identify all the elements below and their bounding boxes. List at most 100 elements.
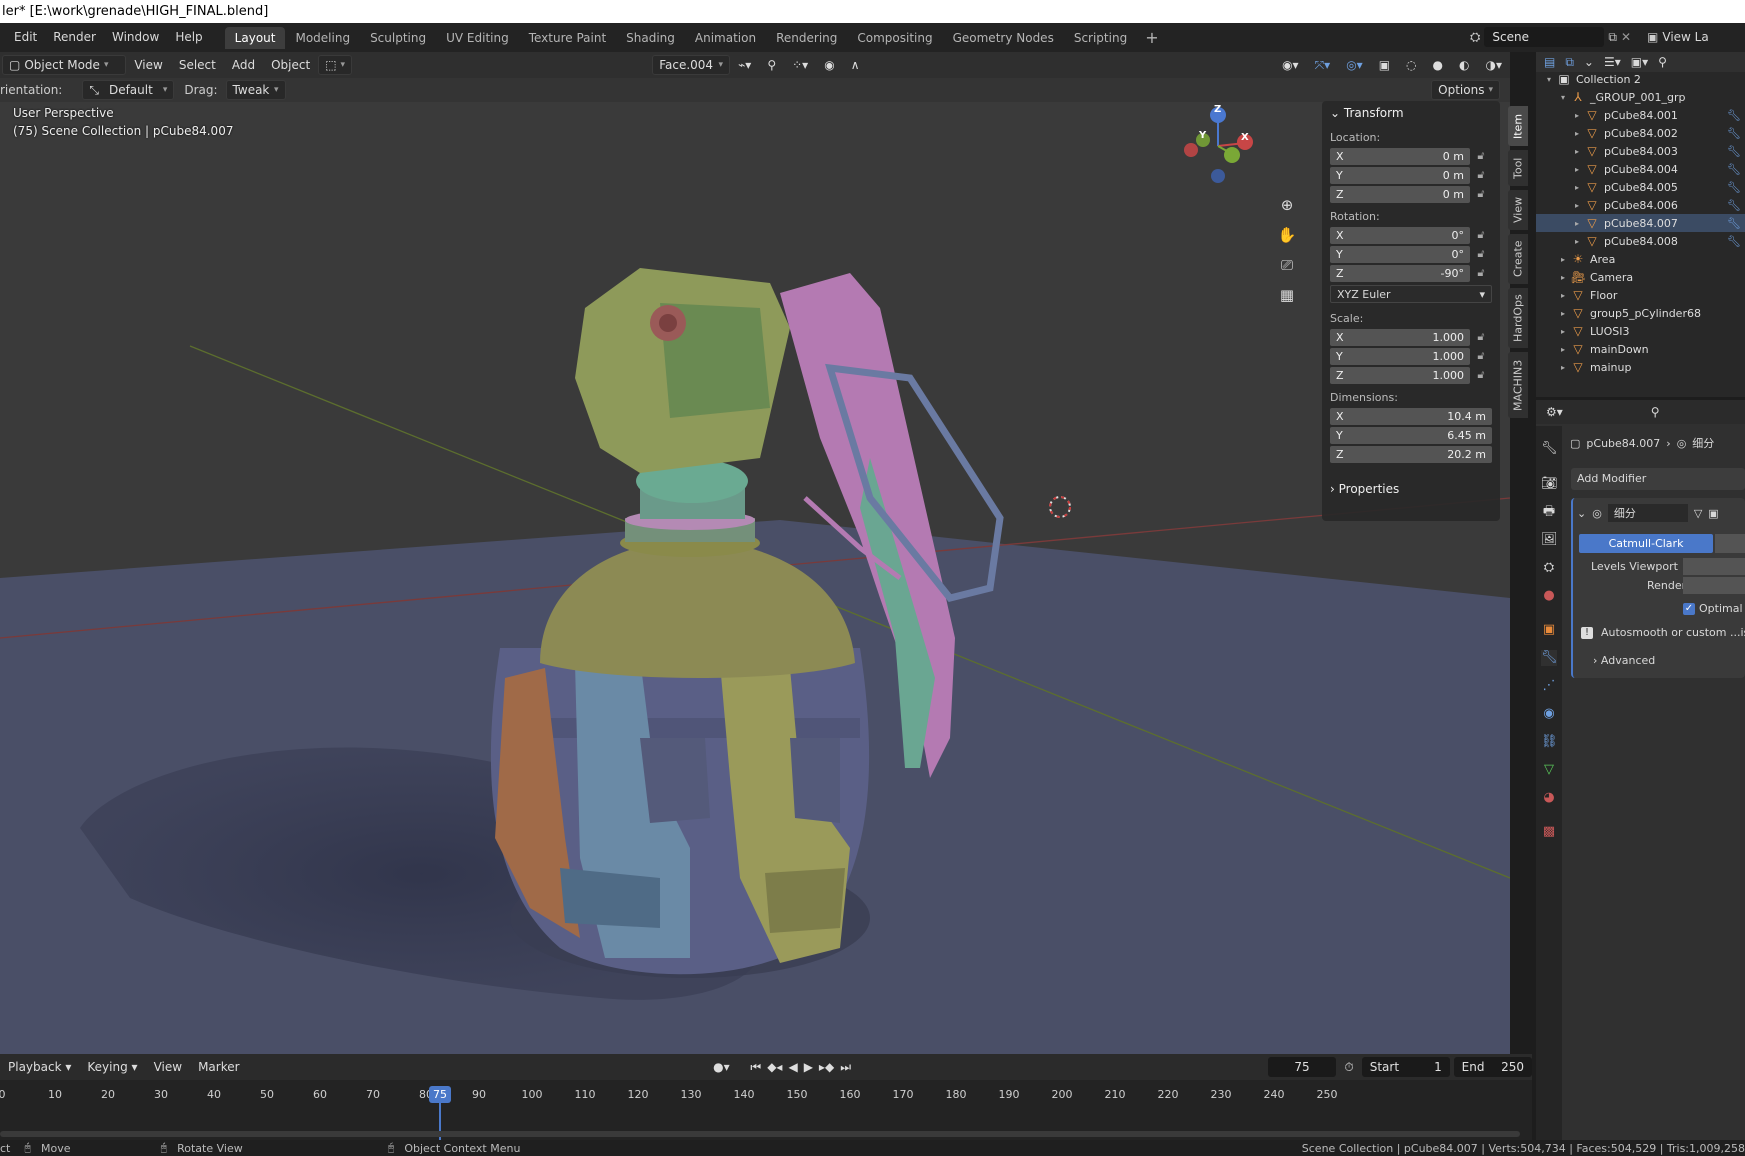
tab-animation[interactable]: Animation: [685, 27, 766, 49]
outliner-item[interactable]: ▸ ▽ pCube84.002 🔧︎: [1536, 124, 1745, 142]
record-icon[interactable]: ●▾: [705, 1054, 738, 1080]
rotation-z-field[interactable]: Z -90°: [1330, 264, 1470, 282]
rotation-y-field[interactable]: Y 0°: [1330, 245, 1470, 263]
scale-x-field[interactable]: X 1.000: [1330, 328, 1470, 346]
gizmo-z-label[interactable]: Z: [1214, 104, 1221, 115]
prev-keyframe-icon[interactable]: ◆◂: [764, 1054, 785, 1080]
start-frame-field[interactable]: Start 1: [1361, 1057, 1450, 1077]
orientation-dropdown[interactable]: ⤡ Default ▾: [82, 80, 175, 100]
output-tab-icon[interactable]: 🖶︎: [1541, 504, 1557, 520]
tab-modeling[interactable]: Modeling: [285, 27, 360, 49]
gizmo-x-label[interactable]: X: [1241, 132, 1249, 143]
lock-icon[interactable]: 🔓︎: [1470, 168, 1492, 182]
outliner-item[interactable]: ▸ ▽ pCube84.004 🔧︎: [1536, 160, 1745, 178]
visibility-eye-icon[interactable]: ◉▾: [1274, 52, 1307, 78]
tab-geometry-nodes[interactable]: Geometry Nodes: [943, 27, 1064, 49]
view-layer-icon[interactable]: ▣: [1647, 30, 1658, 44]
expand-arrow-icon[interactable]: ▸: [1570, 165, 1584, 174]
expand-arrow-icon[interactable]: ▸: [1570, 111, 1584, 120]
expand-arrow-icon[interactable]: ▸: [1570, 147, 1584, 156]
expand-arrow-icon[interactable]: ▸: [1556, 273, 1570, 282]
edit-mode-icon[interactable]: ▽: [1694, 507, 1702, 520]
filter-restrict-icon[interactable]: ⧉: [1565, 55, 1574, 70]
scene-tab-icon[interactable]: ⛭: [1541, 560, 1557, 576]
timeline-scrollbar[interactable]: [0, 1131, 1520, 1137]
physics-tab-icon[interactable]: ◉: [1541, 706, 1557, 722]
snap-grid-icon[interactable]: ⁘▾: [784, 52, 816, 78]
menu-add[interactable]: Add: [224, 52, 263, 78]
preview-range-icon[interactable]: ⏱: [1336, 1054, 1361, 1080]
outliner-item[interactable]: ▾ ▣ Collection 2: [1536, 70, 1745, 88]
tab-uv-editing[interactable]: UV Editing: [436, 27, 519, 49]
expand-arrow-icon[interactable]: ▸: [1570, 201, 1584, 210]
expand-arrow-icon[interactable]: ▾: [1556, 93, 1570, 102]
expand-arrow-icon[interactable]: ▸: [1556, 255, 1570, 264]
transform-pivot-dropdown[interactable]: ⬚ ▾: [318, 55, 353, 75]
lock-icon[interactable]: 🔓︎: [1470, 228, 1492, 242]
simple-button[interactable]: [1715, 534, 1745, 553]
dimensions-x-field[interactable]: X 10.4 m: [1330, 407, 1492, 425]
tab-tool[interactable]: Tool: [1508, 150, 1528, 186]
outliner-item[interactable]: ▸ ▽ Floor: [1536, 286, 1745, 304]
menu-timeline-view[interactable]: View: [146, 1054, 190, 1080]
outliner-item[interactable]: ▸ ☀ Area: [1536, 250, 1745, 268]
timeline[interactable]: 0 10 20 30 40 50 60 70 80 90 100 110 120 130 140 150 160…: [0, 1080, 1532, 1140]
outliner-item[interactable]: ▸ ▽ pCube84.008 🔧︎: [1536, 232, 1745, 250]
tool-tab-icon[interactable]: 🔧︎: [1541, 441, 1558, 457]
outliner-item[interactable]: ▸ ▽ mainDown: [1536, 340, 1745, 358]
outliner-item[interactable]: ▸ ▽ group5_pCylinder68: [1536, 304, 1745, 322]
expand-arrow-icon[interactable]: ▸: [1570, 219, 1584, 228]
filter-chevron-icon[interactable]: ⌄: [1584, 55, 1594, 69]
properties-header[interactable]: › Properties: [1322, 477, 1500, 501]
solid-shading-icon[interactable]: ●: [1425, 52, 1451, 78]
tab-rendering[interactable]: Rendering: [766, 27, 847, 49]
add-modifier-button[interactable]: Add Modifier: [1571, 468, 1745, 490]
menu-select[interactable]: Select: [171, 52, 224, 78]
view-layer-name[interactable]: View La: [1662, 30, 1708, 44]
new-scene-icon[interactable]: ⧉: [1608, 30, 1617, 45]
expand-arrow-icon[interactable]: ▸: [1570, 237, 1584, 246]
dimensions-y-field[interactable]: Y 6.45 m: [1330, 426, 1492, 444]
modifier-name-field[interactable]: 细分: [1607, 504, 1688, 522]
lock-icon[interactable]: 🔓︎: [1470, 330, 1492, 344]
lock-icon[interactable]: 🔓︎: [1470, 349, 1492, 363]
menu-render[interactable]: Render: [45, 23, 104, 52]
wireframe-shading-icon[interactable]: ◌: [1398, 52, 1424, 78]
location-y-field[interactable]: Y0 m: [1330, 166, 1470, 184]
optimal-display-checkbox-row[interactable]: ✓ Optimal D: [1683, 602, 1745, 615]
menu-window[interactable]: Window: [104, 23, 167, 52]
outliner-item[interactable]: ▸ ▽ LUOSI3: [1536, 322, 1745, 340]
lock-icon[interactable]: 🔓︎: [1470, 368, 1492, 382]
editor-type-icon[interactable]: ⚙▾: [1546, 405, 1563, 419]
expand-arrow-icon[interactable]: ▸: [1556, 291, 1570, 300]
tab-hardops[interactable]: HardOps: [1508, 288, 1528, 348]
modifier-wrench-icon[interactable]: 🔧︎: [1727, 163, 1741, 176]
transform-header[interactable]: ⌄ Transform: [1322, 101, 1500, 125]
tab-item[interactable]: Item: [1508, 106, 1528, 146]
modifier-wrench-icon[interactable]: 🔧︎: [1727, 109, 1741, 122]
face-dropdown[interactable]: Face.004 ▾: [652, 55, 731, 75]
tab-sculpting[interactable]: Sculpting: [360, 27, 436, 49]
falloff-icon[interactable]: ∧: [843, 52, 868, 78]
proportional-edit-icon[interactable]: ◉: [816, 52, 842, 78]
tab-layout[interactable]: Layout: [224, 26, 286, 49]
tab-create[interactable]: Create: [1508, 234, 1528, 284]
next-keyframe-icon[interactable]: ▸◆: [816, 1054, 837, 1080]
search-icon[interactable]: ⚲: [1651, 405, 1660, 419]
new-collection-icon[interactable]: ▣▾: [1631, 55, 1648, 69]
ortho-grid-icon[interactable]: ▦: [1275, 283, 1299, 307]
3d-viewport[interactable]: User Perspective (75) Scene Collection |…: [0, 78, 1510, 1054]
rotation-mode-dropdown[interactable]: XYZ Euler ▾: [1330, 285, 1492, 303]
play-reverse-icon[interactable]: ◀: [785, 1054, 800, 1080]
outliner-item[interactable]: ▾ ⅄ _GROUP_001_grp: [1536, 88, 1745, 106]
tab-compositing[interactable]: Compositing: [847, 27, 942, 49]
material-tab-icon[interactable]: ◕: [1541, 790, 1557, 806]
realtime-icon[interactable]: ▣: [1708, 507, 1718, 520]
expand-arrow-icon[interactable]: ▸: [1556, 363, 1570, 372]
gizmo-y-label[interactable]: Y: [1199, 130, 1206, 141]
tab-texture-paint[interactable]: Texture Paint: [519, 27, 616, 49]
jump-start-icon[interactable]: ⏮: [747, 1054, 764, 1080]
constraints-tab-icon[interactable]: ⛓︎: [1541, 734, 1558, 750]
lock-icon[interactable]: 🔓︎: [1470, 247, 1492, 261]
options-dropdown[interactable]: Options ▾: [1431, 80, 1500, 100]
